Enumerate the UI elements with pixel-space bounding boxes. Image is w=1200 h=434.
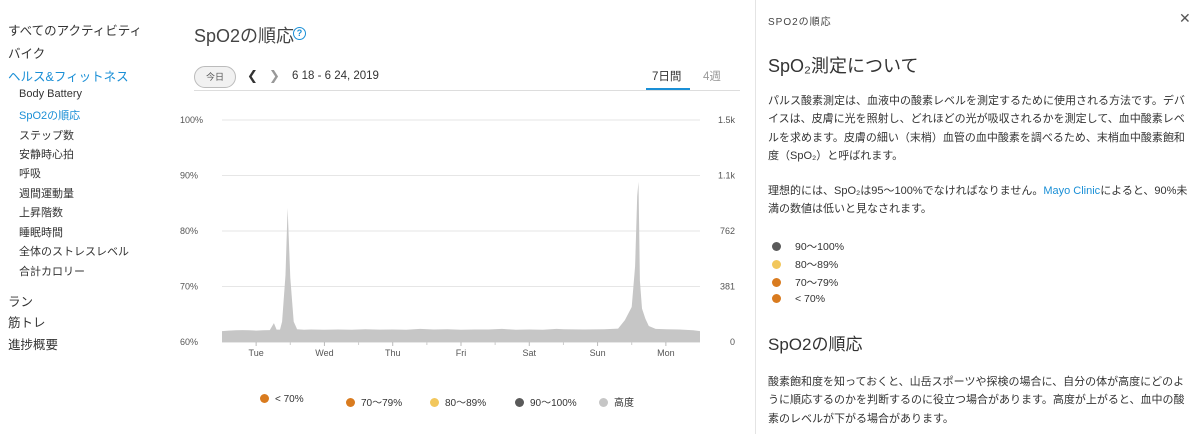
panel-heading-acclimation: SpO2の順応 — [768, 335, 863, 354]
sidebar-subitem-resting-hr[interactable]: 安静時心拍 — [19, 146, 74, 162]
close-icon[interactable]: ✕ — [1179, 10, 1191, 27]
tab-4-weeks[interactable]: 4週 — [703, 68, 721, 84]
panel-title: SPO2の順応 — [768, 17, 832, 28]
x-tick-label: Sat — [523, 348, 537, 358]
level-label: 90～100% — [795, 241, 845, 253]
legend-label: 高度 — [614, 398, 634, 409]
main-content: SpO2の順応 ? 今日 ❮ ❯ 6 18 - 6 24, 2019 7日間 4… — [180, 0, 755, 434]
sidebar: すべてのアクティビティ バイク ヘルス&フィットネス Body Battery … — [0, 0, 180, 434]
panel-paragraph-acclimation: 酸素飽和度を知っておくと、山岳スポーツや探検の場合に、自分の体が高度にどのように… — [768, 376, 1185, 425]
sidebar-subitem-intensity-minutes[interactable]: 週間運動量 — [19, 185, 74, 201]
level-label: 70～79% — [795, 277, 839, 289]
mayo-clinic-link[interactable]: Mayo Clinic — [1043, 185, 1100, 197]
spo2-chart: 100% 1.5k 90% 1.1k 80% 762 70% 381 60% 0 Tue Wed Thu… — [180, 115, 736, 358]
sidebar-subitem-floors[interactable]: 上昇階数 — [19, 204, 63, 220]
legend-dot — [599, 398, 608, 407]
question-circle-icon[interactable]: ? — [293, 27, 306, 40]
x-tick-label: Fri — [456, 348, 467, 358]
legend-dot — [260, 394, 269, 403]
sidebar-subitem-calories[interactable]: 合計カロリー — [19, 263, 85, 279]
para-text: 理想的には、SpO₂は95～100%でなければなりません。 — [768, 185, 1044, 197]
sidebar-subitem-spo2[interactable]: SpO2の順応 — [19, 107, 80, 123]
y-left-tick-label: 80% — [180, 226, 198, 236]
legend-item-70-79: 70～79% — [346, 394, 402, 409]
y-left-tick-label: 90% — [180, 171, 198, 181]
level-dot — [772, 278, 781, 287]
panel-paragraph-ideal: 理想的には、SpO₂は95～100%でなければなりません。Mayo Clinic… — [768, 182, 1192, 219]
info-panel: SPO2の順応 ✕ SpO₂測定について パルス酸素測定は、血液中の酸素レベルを… — [755, 0, 1200, 434]
y-left-tick-label: 70% — [180, 282, 198, 292]
sidebar-item-all-activities[interactable]: すべてのアクティビティ — [8, 20, 142, 39]
legend-dot — [430, 398, 439, 407]
level-item-below-70: < 70% — [772, 293, 825, 305]
y-right-tick-label: 0 — [730, 337, 735, 347]
sidebar-item-run[interactable]: ラン — [8, 291, 33, 310]
x-tick-label: Mon — [657, 348, 675, 358]
legend-item-90-100: 90～100% — [515, 394, 577, 409]
level-item-70-79: 70～79% — [772, 275, 838, 290]
panel-paragraph-oximetry: パルス酸素測定は、血液中の酸素レベルを測定するために使用される方法です。デバイス… — [768, 95, 1185, 162]
x-tick-label: Wed — [315, 348, 333, 358]
sidebar-subitem-respiration[interactable]: 呼吸 — [19, 165, 41, 181]
chevron-right-icon[interactable]: ❯ — [269, 68, 280, 84]
x-tick-label: Thu — [385, 348, 401, 358]
y-right-tick-label: 381 — [720, 282, 735, 292]
legend-item-below-70: < 70% — [260, 394, 304, 405]
altitude-area — [222, 181, 700, 342]
sidebar-subitem-sleep[interactable]: 睡眠時間 — [19, 224, 63, 240]
panel-heading-about: SpO₂測定について — [768, 56, 919, 76]
x-tick-label: Tue — [249, 348, 264, 358]
sidebar-item-bike[interactable]: バイク — [8, 43, 45, 62]
legend-label: 80～89% — [445, 398, 487, 409]
tab-7-days[interactable]: 7日間 — [652, 68, 681, 84]
legend-label: 90～100% — [530, 398, 577, 409]
y-right-tick-label: 1.1k — [718, 171, 736, 181]
page-title: SpO2の順応 — [194, 26, 295, 46]
level-label: < 70% — [795, 293, 826, 305]
level-label: 80～89% — [795, 259, 839, 271]
legend-label: 70～79% — [361, 398, 403, 409]
level-dot — [772, 260, 781, 269]
x-tick-label: Sun — [590, 348, 606, 358]
y-right-tick-label: 762 — [720, 226, 735, 236]
date-range: 6 18 - 6 24, 2019 — [292, 70, 379, 82]
legend-dot — [515, 398, 524, 407]
level-item-90-100: 90～100% — [772, 239, 844, 254]
legend-item-80-89: 80～89% — [430, 394, 486, 409]
legend-label: < 70% — [275, 394, 304, 405]
sidebar-item-progress[interactable]: 進捗概要 — [8, 334, 58, 353]
sidebar-item-health-fitness[interactable]: ヘルス&フィットネス — [8, 66, 129, 85]
chart-legend: < 70% 70～79% 80～89% 90～100% 高度 — [260, 394, 740, 410]
sidebar-item-strength[interactable]: 筋トレ — [8, 312, 46, 331]
sidebar-subitem-stress[interactable]: 全体のストレスレベル — [19, 243, 129, 259]
level-dot — [772, 242, 781, 251]
legend-item-altitude: 高度 — [599, 394, 634, 409]
chevron-left-icon[interactable]: ❮ — [247, 68, 258, 84]
y-left-tick-label: 100% — [180, 115, 203, 125]
today-button[interactable]: 今日 — [194, 66, 236, 88]
date-toolbar: 今日 ❮ ❯ 6 18 - 6 24, 2019 7日間 4週 — [194, 64, 740, 90]
level-item-80-89: 80～89% — [772, 257, 838, 272]
level-dot — [772, 294, 781, 303]
y-left-tick-label: 60% — [180, 337, 198, 347]
y-right-tick-label: 1.5k — [718, 115, 736, 125]
legend-dot — [346, 398, 355, 407]
sidebar-subitem-steps[interactable]: ステップ数 — [19, 127, 74, 143]
toolbar-divider — [194, 90, 740, 91]
sidebar-subitem-body-battery[interactable]: Body Battery — [19, 88, 82, 100]
